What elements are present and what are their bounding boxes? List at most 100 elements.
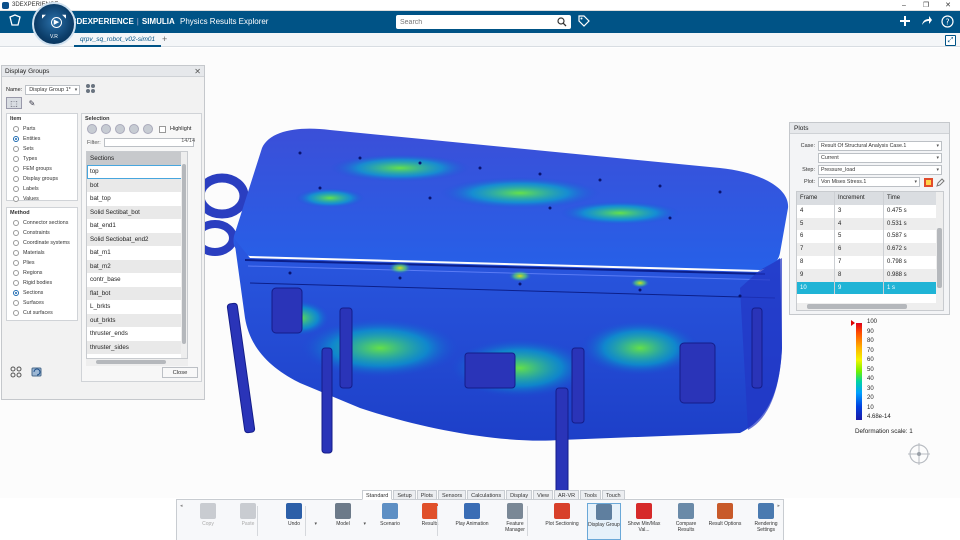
item-radio[interactable] — [13, 126, 19, 132]
method-radio[interactable] — [13, 220, 19, 226]
display-group-name-select[interactable]: Display Group 1* ▾ — [25, 84, 81, 95]
chevron-down-icon[interactable]: ▾ — [363, 521, 366, 527]
chevron-down-icon[interactable]: ▾ — [314, 521, 317, 527]
method-option[interactable]: Cut surfaces — [7, 308, 77, 318]
method-radio[interactable] — [13, 240, 19, 246]
section-list-item[interactable]: bat_m2 — [87, 259, 187, 273]
scenario-button[interactable]: Scenario — [373, 503, 407, 540]
section-list-item[interactable]: top — [87, 165, 187, 179]
section-list-item[interactable]: Solid Sectibat_bot — [87, 205, 187, 219]
item-option[interactable]: Sets — [7, 144, 77, 154]
section-list-item[interactable]: thruster_sides — [87, 340, 187, 354]
play-animation-button[interactable]: Play Animation — [455, 503, 489, 540]
intersect-selection-icon[interactable] — [129, 124, 139, 134]
tab-document[interactable]: qrpv_sq_robot_v02-sim01 — [74, 34, 162, 47]
method-radio[interactable] — [13, 230, 19, 236]
item-option[interactable]: Display groups — [7, 174, 77, 184]
compass-quadrant-icon[interactable]: ◥ — [62, 14, 66, 20]
sections-vertical-scrollbar[interactable] — [181, 152, 187, 358]
item-radio[interactable] — [13, 196, 19, 202]
method-option[interactable]: Connector sections — [7, 218, 77, 228]
frames-vertical-scrollbar[interactable] — [936, 192, 943, 310]
frame-row[interactable]: 9 8 0.988 s — [797, 268, 943, 282]
section-list-item[interactable]: bat_end1 — [87, 219, 187, 233]
tab-view[interactable]: View — [533, 490, 553, 500]
tab-setup[interactable]: Setup — [393, 490, 416, 500]
section-list-item[interactable]: Solid Sectiobat_end2 — [87, 232, 187, 246]
play-icon[interactable]: ▶ — [51, 17, 62, 28]
search-icon[interactable] — [557, 17, 567, 27]
result-options-button[interactable]: Result Options — [708, 503, 742, 540]
group-options-icon[interactable] — [85, 83, 96, 96]
frame-row[interactable]: 5 4 0.531 s — [797, 217, 943, 231]
search-input[interactable] — [396, 15, 546, 29]
method-radio[interactable] — [13, 290, 19, 296]
column-time[interactable]: Time — [884, 192, 943, 205]
results-button[interactable]: Results — [413, 503, 447, 540]
method-radio[interactable] — [13, 280, 19, 286]
column-increment[interactable]: Increment — [835, 192, 884, 205]
section-list-item[interactable]: L_brkts — [87, 300, 187, 314]
method-radio[interactable] — [13, 270, 19, 276]
plot-select[interactable]: Von Mises Stress.1 ▾ — [818, 177, 920, 187]
item-radio[interactable] — [13, 186, 19, 192]
item-option[interactable]: Types — [7, 154, 77, 164]
paste-button[interactable]: Paste — [231, 503, 265, 540]
legend-max-marker-icon[interactable] — [851, 320, 855, 326]
item-radio[interactable] — [13, 166, 19, 172]
view-navigator-icon[interactable] — [906, 441, 932, 467]
frame-row[interactable]: 4 3 0.475 s — [797, 204, 943, 218]
section-list-item[interactable]: out_brkts — [87, 313, 187, 327]
method-radio[interactable] — [13, 300, 19, 306]
sections-horizontal-scrollbar[interactable] — [86, 359, 188, 366]
item-radio[interactable] — [13, 136, 19, 142]
select-all-icon[interactable] — [87, 124, 97, 134]
close-window-button[interactable]: ✕ — [938, 0, 958, 11]
item-radio[interactable] — [13, 176, 19, 182]
method-option[interactable]: Constraints — [7, 228, 77, 238]
compare-results-button[interactable]: Compare Results — [669, 503, 703, 540]
remove-selection-icon[interactable] — [115, 124, 125, 134]
tab-tools[interactable]: Tools — [580, 490, 601, 500]
frame-row[interactable]: 8 7 0.798 s — [797, 255, 943, 269]
minimize-button[interactable]: – — [894, 0, 914, 11]
section-list-item[interactable]: bat_top — [87, 192, 187, 206]
frame-row[interactable]: 10 9 1 s — [797, 281, 943, 295]
tab-plots[interactable]: Plots — [416, 490, 437, 500]
compass-quadrant-icon[interactable]: ◤ — [42, 14, 46, 20]
case-select[interactable]: Result Of Structural Analysis Case.1 ▾ — [818, 141, 942, 151]
group-tree-icon[interactable] — [10, 366, 22, 380]
pencil-icon[interactable]: ✎ — [24, 97, 40, 109]
add-tab-button[interactable]: + — [162, 34, 167, 44]
section-list-item[interactable]: bot — [87, 178, 187, 192]
method-radio[interactable] — [13, 250, 19, 256]
tab-display[interactable]: Display — [506, 490, 533, 500]
frames-horizontal-scrollbar[interactable] — [797, 303, 938, 310]
section-list-item[interactable]: contr_base — [87, 273, 187, 287]
highlight-checkbox[interactable] — [159, 125, 166, 133]
display-group-button[interactable]: Display Group — [587, 503, 621, 540]
add-selection-icon[interactable] — [101, 124, 111, 134]
item-option[interactable]: Entities — [7, 134, 77, 144]
restore-button[interactable]: ❐ — [916, 0, 936, 11]
tab-ar-vr[interactable]: AR-VR — [553, 490, 580, 500]
tab-sensors[interactable]: Sensors — [437, 490, 467, 500]
action-bar-next-icon[interactable]: ▸ — [777, 503, 780, 509]
step-select[interactable]: Pressure_load ▾ — [818, 165, 942, 175]
edit-plot-icon[interactable] — [936, 178, 945, 187]
sections-column-header[interactable]: Sections — [87, 152, 187, 165]
share-icon[interactable] — [919, 15, 933, 29]
select-tool-icon[interactable]: ⬚ — [6, 97, 22, 109]
show-minmax-button[interactable]: Show Min/Max Val... — [627, 503, 661, 540]
help-icon[interactable]: ? — [940, 15, 954, 29]
compass-widget[interactable]: ◤ ◥ ▶ V.R — [32, 2, 76, 46]
close-button[interactable]: Close — [162, 367, 198, 378]
method-radio[interactable] — [13, 260, 19, 266]
tab-standard[interactable]: Standard — [362, 490, 393, 500]
section-list-item[interactable]: bat_m1 — [87, 246, 187, 260]
method-option[interactable]: Surfaces — [7, 298, 77, 308]
section-list-item[interactable]: flat_bot — [87, 286, 187, 300]
method-option[interactable]: Rigid bodies — [7, 278, 77, 288]
column-frame[interactable]: Frame — [797, 192, 835, 205]
frame-row[interactable]: 7 6 0.672 s — [797, 243, 943, 256]
